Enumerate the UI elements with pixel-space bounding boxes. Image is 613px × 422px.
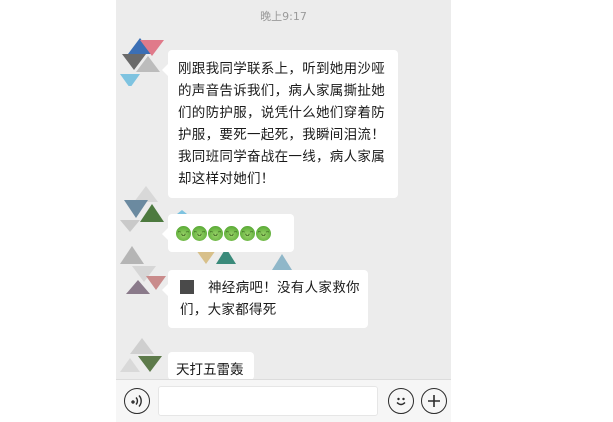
frog-face-emoji-icon: ᵔᴗᵔ — [208, 225, 223, 241]
input-bar — [116, 379, 451, 422]
plus-icon[interactable] — [421, 388, 447, 414]
message-input[interactable] — [158, 386, 378, 416]
frog-face-emoji-icon: ᵔᴗᵔ — [176, 225, 191, 241]
smiley-icon[interactable] — [388, 388, 414, 414]
voice-wave-icon — [131, 395, 142, 407]
frog-face-emoji-icon: ᵔᴗᵔ — [224, 225, 239, 241]
avatar[interactable] — [120, 38, 168, 86]
voice-icon[interactable] — [124, 388, 150, 414]
chat-window: 晚上9:17 刚跟我同学联系上，听到她用沙哑的声音告诉我们，病人家属撕扯她们的防… — [116, 0, 451, 422]
censor-block — [180, 280, 194, 294]
avatar[interactable] — [120, 246, 168, 294]
message-bubble[interactable]: 刚跟我同学联系上，听到她用沙哑的声音告诉我们，病人家属撕扯她们的防护服，说凭什么… — [162, 50, 398, 198]
mosaic-triangle — [272, 254, 292, 270]
smiley-face-icon — [396, 397, 406, 406]
timestamp: 晚上9:17 — [260, 10, 307, 23]
message-text: 天打五雷轰 — [176, 362, 244, 378]
plus-sign-icon — [428, 395, 440, 407]
mosaic-triangle — [196, 250, 216, 264]
message-bubble[interactable]: 神经病吧！没有人家救你们，大家都得死 — [162, 270, 368, 328]
emoji-message-bubble[interactable]: ᵔᴗᵔ ᵔᴗᵔ ᵔᴗᵔ ᵔᴗᵔ ᵔᴗᵔ ᵔᴗᵔ — [162, 214, 294, 252]
frog-face-emoji-icon: ᵔᴗᵔ — [240, 225, 255, 241]
frog-face-emoji-icon: ᵔᴗᵔ — [256, 225, 271, 241]
message-bubble[interactable]: 天打五雷轰 — [168, 352, 254, 380]
message-text: 刚跟我同学联系上，听到她用沙哑的声音告诉我们，病人家属撕扯她们的防护服，说凭什么… — [178, 61, 385, 187]
avatar[interactable] — [120, 186, 168, 234]
message-text: 神经病吧！没有人家救你们，大家都得死 — [180, 280, 360, 318]
frog-face-emoji-icon: ᵔᴗᵔ — [192, 225, 207, 241]
